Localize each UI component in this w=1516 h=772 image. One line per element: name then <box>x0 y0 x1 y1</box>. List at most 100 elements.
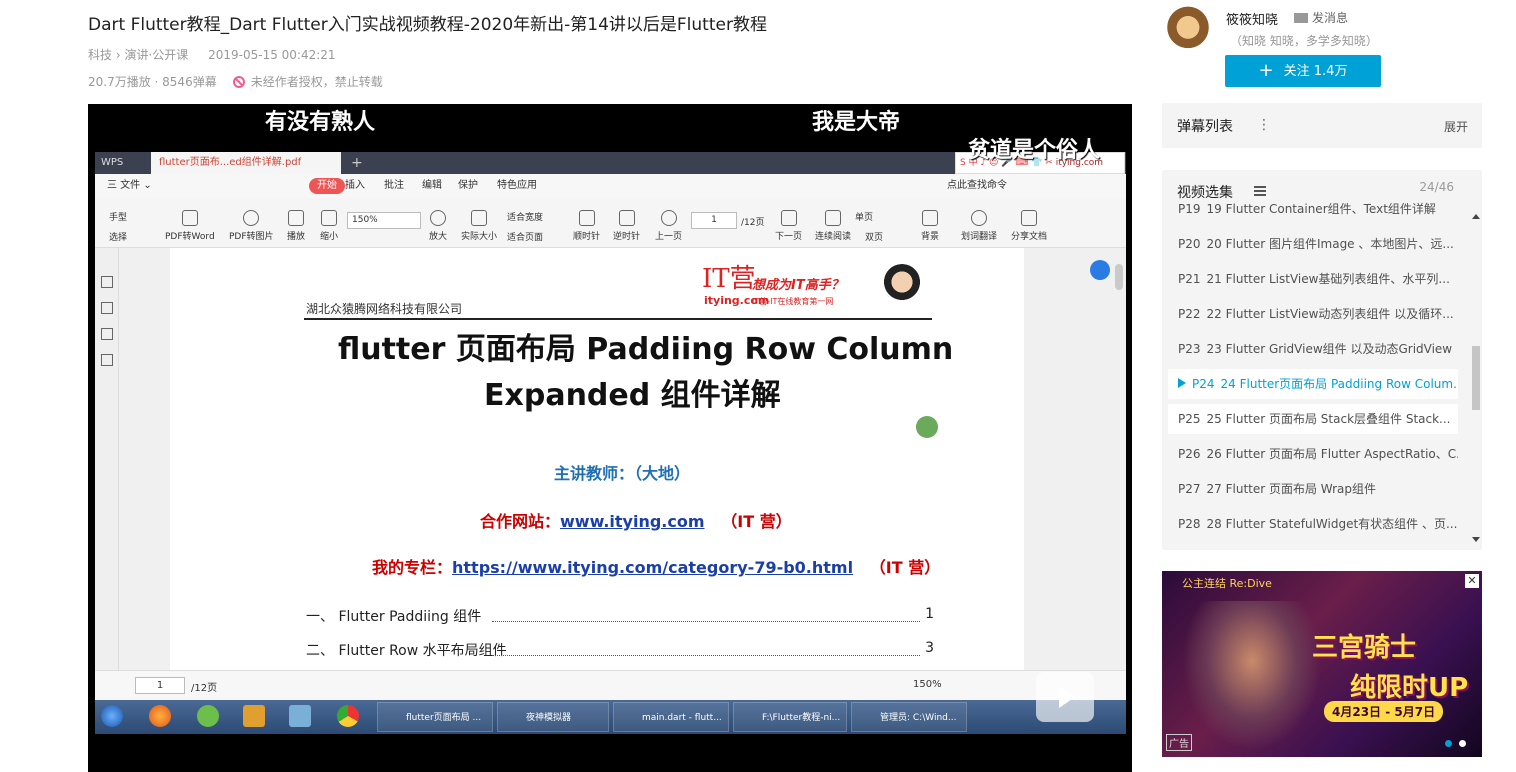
tool-icon <box>780 210 797 226</box>
tool-0[interactable]: 手型 <box>109 210 127 223</box>
video-player[interactable]: WPS flutter页面布...ed组件详解.pdf + S 中 ♪ ☺ 🎤 … <box>88 104 1132 772</box>
firefox-icon[interactable] <box>149 705 171 727</box>
playlist-item-label: 19 Flutter Container组件、Text组件详解 <box>1206 202 1436 216</box>
taskbar-item[interactable]: F:\Flutter教程-ni... <box>733 702 847 732</box>
taskbar-item[interactable]: main.dart - flutt... <box>613 702 729 732</box>
playlist-item-p28[interactable]: P28 28 Flutter StatefulWidget有状态组件 、页... <box>1168 509 1458 539</box>
tool-2[interactable]: PDF转Word <box>165 210 215 242</box>
tool-icon <box>1021 210 1037 226</box>
ad-date: 4月23日 - 5月7日 <box>1324 701 1444 722</box>
taskbar-item[interactable]: 夜神模拟器 <box>497 702 609 732</box>
tab-wps[interactable]: WPS <box>95 152 151 174</box>
tool-1[interactable]: 选择 <box>109 230 127 243</box>
app-icon[interactable] <box>243 705 265 727</box>
tab-pdf[interactable]: flutter页面布...ed组件详解.pdf <box>151 152 341 174</box>
menu-item[interactable]: 保护 <box>458 174 478 198</box>
repost-notice: 未经作者授权，禁止转载 <box>250 75 383 89</box>
tool-17[interactable]: 背景 <box>921 210 939 242</box>
playlist-item-index: P21 <box>1178 272 1201 286</box>
menu-item[interactable]: 编辑 <box>422 174 442 198</box>
more-icon[interactable]: ⋮ <box>1257 117 1271 133</box>
tool-7[interactable]: 实际大小 <box>461 210 497 242</box>
carousel-dot[interactable] <box>1459 740 1466 747</box>
ad-headline: 三宫骑士 <box>1312 633 1417 663</box>
category-link[interactable]: 科技 › 演讲·公开课 <box>88 48 188 62</box>
menu-item[interactable]: 批注 <box>384 174 404 198</box>
app-icon[interactable] <box>289 705 311 727</box>
no-repost-icon <box>232 76 245 88</box>
playlist-item-p19[interactable]: P19 19 Flutter Container组件、Text组件详解 <box>1168 194 1458 224</box>
playlist-item-label: 20 Flutter 图片组件Image 、本地图片、远... <box>1206 237 1454 251</box>
pdf-scrollbar[interactable] <box>1114 248 1124 670</box>
tool-9[interactable]: 适合页面 <box>507 230 543 243</box>
doc-rule <box>304 318 932 320</box>
send-message-link[interactable]: 发消息 <box>1294 9 1348 26</box>
menu-item[interactable]: 特色应用 <box>497 174 537 198</box>
danmaku-comment: 我是大帝 <box>812 110 901 135</box>
playlist-item-p24[interactable]: P24 24 Flutter页面布局 Paddiing Row Colum... <box>1168 369 1458 399</box>
site-link[interactable]: www.itying.com <box>560 512 705 531</box>
menu-item[interactable]: 插入 <box>345 174 365 198</box>
float-tool-icon[interactable] <box>1090 260 1110 280</box>
playlist-item-p21[interactable]: P21 21 Flutter ListView基础列表组件、水平列... <box>1168 264 1458 294</box>
play-icon[interactable] <box>1036 672 1094 722</box>
tool-8[interactable]: 适合宽度 <box>507 210 543 223</box>
tool-10[interactable]: 顺时针 <box>573 210 600 242</box>
chrome-icon[interactable] <box>337 705 359 727</box>
wps-toolbar: 150% 1 /12页 手型 选择 PDF转Word PDF转图片 播放 缩小 放大 实际大小… <box>95 198 1126 248</box>
menu-item[interactable]: 点此查找命令 <box>947 174 1007 198</box>
doc-slogan: 想成为IT高手？ <box>752 278 844 293</box>
ad-banner[interactable]: 公主连结 Re:Dive 三宫骑士 纯限时UP 4月23日 - 5月7日 广告 … <box>1162 571 1482 757</box>
carousel-dot-active[interactable] <box>1445 740 1452 747</box>
playlist-item-label: 22 Flutter ListView动态列表组件 以及循环... <box>1206 307 1454 321</box>
up-name[interactable]: 筱筱知晓 <box>1226 9 1278 28</box>
follow-button[interactable]: + 关注 1.4万 <box>1225 55 1381 87</box>
tool-4[interactable]: 播放 <box>287 210 305 242</box>
tool-icon <box>430 210 446 226</box>
start-icon[interactable] <box>101 705 123 727</box>
toc-item[interactable]: 一、 Flutter Paddiing 组件 1 <box>306 606 934 626</box>
playlist-scrollbar[interactable] <box>1470 210 1480 542</box>
android-studio-icon[interactable] <box>197 705 219 727</box>
tool-12[interactable]: 上一页 <box>655 210 682 242</box>
taskbar-item[interactable]: 管理员: C:\Wind... <box>851 702 967 732</box>
new-tab-icon[interactable]: + <box>351 152 363 174</box>
tool-14[interactable]: 连续阅读 <box>815 210 851 242</box>
status-page-input[interactable]: 1 <box>135 677 185 694</box>
cursor-highlight <box>916 416 938 438</box>
playlist-item-p25[interactable]: P25 25 Flutter 页面布局 Stack层叠组件 Stack... <box>1168 404 1458 434</box>
playlist-item-p23[interactable]: P23 23 Flutter GridView组件 以及动态GridView <box>1168 334 1458 364</box>
tool-18[interactable]: 划词翻译 <box>961 210 997 242</box>
tool-16[interactable]: 双页 <box>865 230 883 243</box>
windows-taskbar: flutter页面布局 ... 夜神模拟器 main.dart - flutt...… <box>95 700 1126 734</box>
wps-menubar: 三 文件 ⌄ 开始 插入 批注 编辑 保护 特色应用 点此查找命令 <box>95 174 1126 198</box>
playlist-item-p27[interactable]: P27 27 Flutter 页面布局 Wrap组件 <box>1168 474 1458 504</box>
menu-item[interactable]: 三 文件 ⌄ <box>107 174 152 198</box>
playlist-item-p22[interactable]: P22 22 Flutter ListView动态列表组件 以及循环... <box>1168 299 1458 329</box>
tool-3[interactable]: PDF转图片 <box>229 210 274 242</box>
playlist-item-p26[interactable]: P26 26 Flutter 页面布局 Flutter AspectRatio、C… <box>1168 439 1458 469</box>
playing-icon <box>1178 378 1186 388</box>
tool-6[interactable]: 放大 <box>429 210 447 242</box>
taskbar-item[interactable]: flutter页面布局 ... <box>377 702 493 732</box>
tool-5[interactable]: 缩小 <box>320 210 338 242</box>
close-icon[interactable]: ✕ <box>1465 574 1479 588</box>
playlist-item-index: P27 <box>1178 482 1201 496</box>
column-link[interactable]: https://www.itying.com/category-79-b0.ht… <box>452 558 853 577</box>
expand-button[interactable]: 展开 <box>1444 118 1468 135</box>
up-avatar[interactable] <box>1164 4 1212 56</box>
tool-11[interactable]: 逆时针 <box>613 210 640 242</box>
ad-subheadline: 纯限时UP <box>1350 673 1469 703</box>
menu-item[interactable]: 开始 <box>309 178 345 194</box>
playlist-panel: 视频选集 24/46 P19 19 Flutter Container组件、Tex… <box>1162 170 1482 550</box>
tool-icon <box>471 210 487 226</box>
toc-item[interactable]: 二、 Flutter Row 水平布局组件 3 <box>306 640 934 660</box>
zoom-select[interactable]: 150% <box>347 212 421 229</box>
tool-13[interactable]: 下一页 <box>775 210 802 242</box>
tool-15[interactable]: 单页 <box>855 210 873 223</box>
page-input[interactable]: 1 <box>691 212 737 229</box>
tool-19[interactable]: 分享文档 <box>1011 210 1047 242</box>
wps-statusbar: 1 /12页 150% <box>95 670 1126 700</box>
playlist-item-p20[interactable]: P20 20 Flutter 图片组件Image 、本地图片、远... <box>1168 229 1458 259</box>
playlist-item-index: P19 <box>1178 202 1201 216</box>
